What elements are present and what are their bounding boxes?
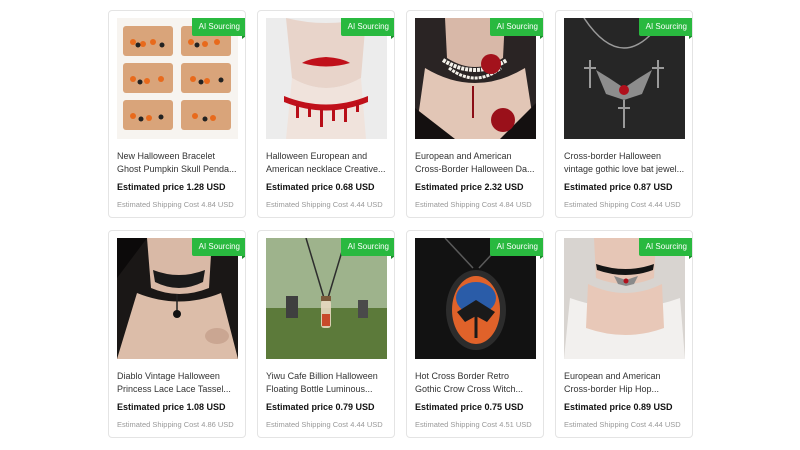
estimated-shipping: Estimated Shipping Cost 4.84 USD [117, 200, 234, 209]
ai-sourcing-badge: AI Sourcing [489, 238, 543, 259]
product-title-line: Princess Lace Lace Tassel... [117, 384, 231, 394]
product-title-line: Cross-border Hip Hop... [564, 384, 660, 394]
estimated-shipping: Estimated Shipping Cost 4.44 USD [564, 200, 681, 209]
crow-pendant-image [415, 238, 536, 359]
estimated-price: Estimated price 1.08 USD [117, 402, 226, 412]
product-title-line: European and American [415, 151, 512, 161]
ai-sourcing-badge: AI Sourcing [638, 18, 692, 39]
estimated-price: Estimated price 0.87 USD [564, 182, 673, 192]
product-title-line: Halloween European and [266, 151, 368, 161]
product-title[interactable]: Yiwu Cafe Billion Halloween Floating Bot… [266, 370, 390, 396]
estimated-price: Estimated price 0.68 USD [266, 182, 375, 192]
lace-choker-image [117, 238, 238, 359]
estimated-shipping: Estimated Shipping Cost 4.86 USD [117, 420, 234, 429]
product-card[interactable]: AI Sourcing European and American Cross-… [555, 230, 693, 438]
product-card[interactable]: AI Sourcing Hot Cross Border Retro Gothi… [406, 230, 544, 438]
ai-sourcing-badge: AI Sourcing [191, 238, 245, 259]
product-title[interactable]: Hot Cross Border Retro Gothic Crow Cross… [415, 370, 539, 396]
estimated-price: Estimated price 2.32 USD [415, 182, 524, 192]
product-title-line: Yiwu Cafe Billion Halloween [266, 371, 378, 381]
estimated-shipping: Estimated Shipping Cost 4.51 USD [415, 420, 532, 429]
ai-sourcing-badge: AI Sourcing [340, 18, 394, 39]
product-title-line: New Halloween Bracelet [117, 151, 216, 161]
product-title-line: Floating Bottle Luminous... [266, 384, 373, 394]
product-image[interactable] [117, 18, 238, 139]
product-title-line: Diablo Vintage Halloween [117, 371, 220, 381]
product-card[interactable]: AI Sourcing New Halloween Bracelet Ghost… [108, 10, 246, 218]
estimated-price: Estimated price 0.79 USD [266, 402, 375, 412]
ai-sourcing-badge: AI Sourcing [191, 18, 245, 39]
product-image[interactable] [564, 238, 685, 359]
product-card[interactable]: AI Sourcing European and American Cross-… [406, 10, 544, 218]
product-title[interactable]: New Halloween Bracelet Ghost Pumpkin Sku… [117, 150, 241, 176]
product-card[interactable]: AI Sourcing Diablo Vintage Halloween Pri… [108, 230, 246, 438]
product-title[interactable]: European and American Cross-Border Hallo… [415, 150, 539, 176]
product-title[interactable]: Diablo Vintage Halloween Princess Lace L… [117, 370, 241, 396]
product-title-line: vintage gothic love bat jewel... [564, 164, 685, 174]
estimated-price: Estimated price 1.28 USD [117, 182, 226, 192]
product-title-line: European and American [564, 371, 661, 381]
bottle-pendant-image [266, 238, 387, 359]
ai-sourcing-badge: AI Sourcing [489, 18, 543, 39]
product-image[interactable] [266, 238, 387, 359]
product-image[interactable] [564, 18, 685, 139]
product-title[interactable]: Cross-border Halloween vintage gothic lo… [564, 150, 688, 176]
bat-choker-image [564, 238, 685, 359]
product-card[interactable]: AI Sourcing Halloween European and Ameri… [257, 10, 395, 218]
estimated-price: Estimated price 0.89 USD [564, 402, 673, 412]
estimated-shipping: Estimated Shipping Cost 4.84 USD [415, 200, 532, 209]
product-title-line: Cross-Border Halloween Da... [415, 164, 535, 174]
blood-choker-image [266, 18, 387, 139]
product-image[interactable] [415, 238, 536, 359]
product-title[interactable]: European and American Cross-border Hip H… [564, 370, 688, 396]
estimated-price: Estimated price 0.75 USD [415, 402, 524, 412]
estimated-shipping: Estimated Shipping Cost 4.44 USD [266, 200, 383, 209]
product-title-line: Cross-border Halloween [564, 151, 662, 161]
product-title-line: American necklace Creative... [266, 164, 386, 174]
estimated-shipping: Estimated Shipping Cost 4.44 USD [564, 420, 681, 429]
product-title-line: Ghost Pumpkin Skull Penda... [117, 164, 237, 174]
product-image[interactable] [117, 238, 238, 359]
ai-sourcing-badge: AI Sourcing [638, 238, 692, 259]
estimated-shipping: Estimated Shipping Cost 4.44 USD [266, 420, 383, 429]
product-title-line: Gothic Crow Cross Witch... [415, 384, 524, 394]
product-title-line: Hot Cross Border Retro [415, 371, 510, 381]
product-title[interactable]: Halloween European and American necklace… [266, 150, 390, 176]
product-card[interactable]: AI Sourcing Cross-border Halloween vinta… [555, 10, 693, 218]
product-image[interactable] [415, 18, 536, 139]
product-card[interactable]: AI Sourcing Yiwu Cafe Billion Halloween … [257, 230, 395, 438]
bracelet-set-image [117, 18, 238, 139]
pearl-rose-necklace-image [415, 18, 536, 139]
product-image[interactable] [266, 18, 387, 139]
ai-sourcing-badge: AI Sourcing [340, 238, 394, 259]
bat-necklace-image [564, 18, 685, 139]
